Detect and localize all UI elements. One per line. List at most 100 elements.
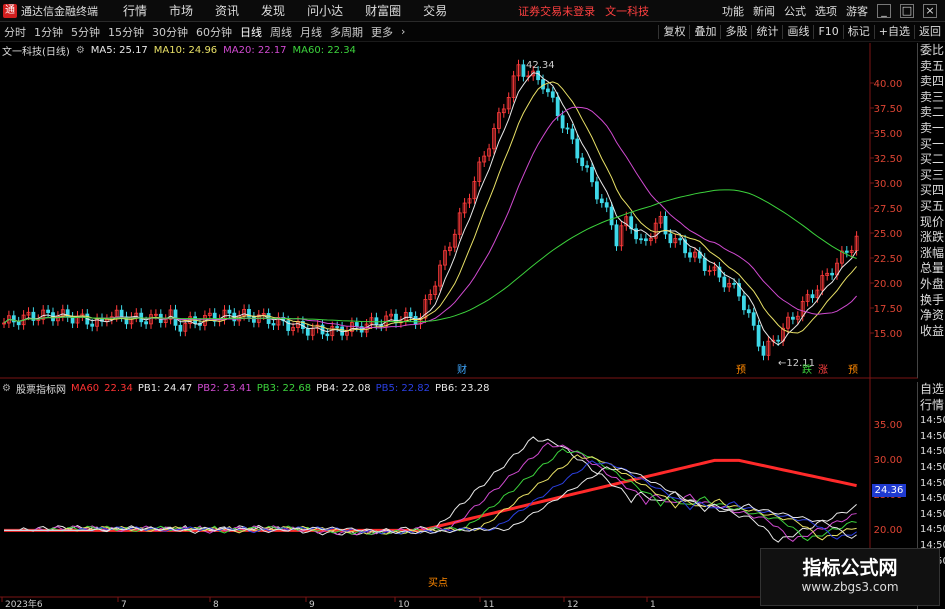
menu-shichang[interactable]: 市场 bbox=[169, 2, 193, 19]
period-15min[interactable]: 15分钟 bbox=[108, 24, 144, 40]
legend-pb5: PB5: 22.82 bbox=[375, 382, 430, 394]
time-axis-label: 2023年6 bbox=[5, 598, 43, 609]
candle-body bbox=[100, 318, 104, 322]
minimize-icon[interactable]: _ bbox=[877, 3, 891, 18]
menu-caifuquan[interactable]: 财富圈 bbox=[365, 2, 401, 19]
period-60min[interactable]: 60分钟 bbox=[196, 24, 232, 40]
menu-xinwen[interactable]: 新闻 bbox=[753, 3, 775, 19]
tool-fuquan[interactable]: 复权 bbox=[658, 24, 689, 39]
price-axis-label: 30.00 bbox=[874, 179, 903, 190]
candle-body bbox=[271, 323, 276, 326]
candle-body bbox=[202, 315, 207, 326]
period-multi[interactable]: 多周期 bbox=[330, 24, 363, 40]
period-30min[interactable]: 30分钟 bbox=[152, 24, 188, 40]
candle-body bbox=[212, 312, 217, 322]
candle-body bbox=[16, 321, 21, 326]
candle-body bbox=[173, 309, 178, 326]
sub-chart-title[interactable]: 股票指标网 bbox=[16, 381, 66, 396]
sidebar-tick-item[interactable]: 自选 bbox=[918, 382, 945, 398]
candle-body bbox=[590, 166, 594, 183]
candle-body bbox=[70, 316, 75, 324]
candle-body bbox=[310, 327, 315, 336]
candle-body bbox=[702, 257, 707, 271]
price-axis-label: 17.50 bbox=[874, 304, 903, 315]
main-chart-title[interactable]: 文一科技(日线) bbox=[2, 43, 70, 58]
candle-body bbox=[56, 315, 60, 322]
watermark-url: www.zbgs3.com bbox=[801, 580, 899, 594]
menu-faxian[interactable]: 发现 bbox=[261, 2, 285, 19]
chevron-right-icon[interactable]: › bbox=[401, 25, 405, 38]
sidebar-quote-item: 买五 bbox=[920, 198, 945, 213]
candle-body bbox=[354, 322, 359, 327]
tool-biaoji[interactable]: 标记 bbox=[842, 24, 874, 39]
menu-zixun[interactable]: 资讯 bbox=[215, 2, 239, 19]
sidebar-quote-item: 卖二 bbox=[920, 105, 945, 120]
menu-gongshi[interactable]: 公式 bbox=[784, 3, 806, 19]
candle-body bbox=[85, 313, 90, 325]
menu-gongneng[interactable]: 功能 bbox=[722, 3, 744, 19]
tool-f10[interactable]: F10 bbox=[813, 24, 842, 39]
candle-body bbox=[281, 316, 286, 322]
menu-hangqing[interactable]: 行情 bbox=[123, 2, 147, 19]
candle-body bbox=[565, 127, 570, 130]
sidebar-quote-item: 总量 bbox=[920, 261, 945, 276]
tool-diejia[interactable]: 叠加 bbox=[689, 24, 720, 39]
legend-sub-ma60: MA60 bbox=[70, 382, 100, 394]
candle-body bbox=[300, 320, 305, 329]
ma5-line bbox=[3, 72, 858, 346]
menu-youke[interactable]: 游客 bbox=[846, 3, 868, 19]
period-weekly[interactable]: 周线 bbox=[270, 24, 292, 40]
period-daily[interactable]: 日线 bbox=[240, 24, 262, 40]
candle-body bbox=[506, 97, 511, 110]
candle-body bbox=[830, 272, 834, 276]
price-axis-label: 32.50 bbox=[874, 154, 903, 165]
candle-body bbox=[521, 64, 526, 77]
candle-body bbox=[335, 326, 340, 328]
ma10-line bbox=[3, 81, 857, 334]
sidebar-quote-item: 外盘 bbox=[920, 276, 945, 291]
current-price-tag: 24.36 bbox=[872, 484, 906, 497]
candle-body bbox=[712, 266, 717, 271]
candle-body bbox=[810, 294, 815, 299]
menu-xuanxiang[interactable]: 选项 bbox=[815, 3, 837, 19]
tool-fanhui[interactable]: 返回 bbox=[914, 24, 945, 39]
menu-jiaoyi[interactable]: 交易 bbox=[423, 2, 447, 19]
menu-bar: 通 通达信金融终端 行情 市场 资讯 发现 问小达 财富圈 交易 证券交易未登录… bbox=[0, 0, 945, 22]
period-more[interactable]: 更多 bbox=[371, 24, 393, 40]
settings-icon[interactable]: ⚙ bbox=[2, 383, 11, 394]
event-marker: 预 bbox=[736, 364, 746, 376]
candle-body bbox=[325, 333, 330, 337]
tool-duogu[interactable]: 多股 bbox=[720, 24, 751, 39]
settings-icon[interactable]: ⚙ bbox=[76, 45, 85, 56]
candle-body bbox=[722, 276, 727, 288]
candle-body bbox=[707, 270, 712, 272]
period-1min[interactable]: 1分钟 bbox=[34, 24, 63, 40]
sidebar-tick-item[interactable]: 行情 bbox=[918, 398, 945, 414]
tool-zixuan[interactable]: +自选 bbox=[873, 24, 914, 39]
period-monthly[interactable]: 月线 bbox=[300, 24, 322, 40]
candle-body bbox=[717, 266, 722, 278]
period-fenshi[interactable]: 分时 bbox=[4, 24, 26, 40]
candle-body bbox=[153, 313, 158, 316]
period-5min[interactable]: 5分钟 bbox=[71, 24, 100, 40]
watermark-title: 指标公式网 bbox=[802, 557, 898, 579]
sidebar-tick-item: 14:50 bbox=[920, 508, 945, 520]
candle-body bbox=[501, 108, 506, 114]
candle-body bbox=[183, 323, 188, 332]
maximize-icon[interactable]: □ bbox=[900, 3, 914, 18]
candle-body bbox=[693, 251, 697, 258]
candle-body bbox=[80, 313, 85, 317]
candle-body bbox=[433, 285, 438, 295]
legend-ma20: MA20: 22.17 bbox=[223, 44, 287, 56]
tool-tongji[interactable]: 统计 bbox=[751, 24, 782, 39]
login-notice[interactable]: 证券交易未登录 bbox=[518, 3, 595, 19]
menu-wenxiaoda[interactable]: 问小达 bbox=[307, 2, 343, 19]
sub-axis-label: 35.00 bbox=[874, 420, 903, 431]
candle-body bbox=[188, 316, 193, 324]
candle-body bbox=[462, 202, 467, 214]
candle-body bbox=[751, 312, 756, 326]
close-icon[interactable]: × bbox=[923, 3, 937, 18]
tool-huaxian[interactable]: 画线 bbox=[782, 24, 813, 39]
candle-body bbox=[256, 314, 261, 323]
ma60-line bbox=[3, 189, 857, 324]
